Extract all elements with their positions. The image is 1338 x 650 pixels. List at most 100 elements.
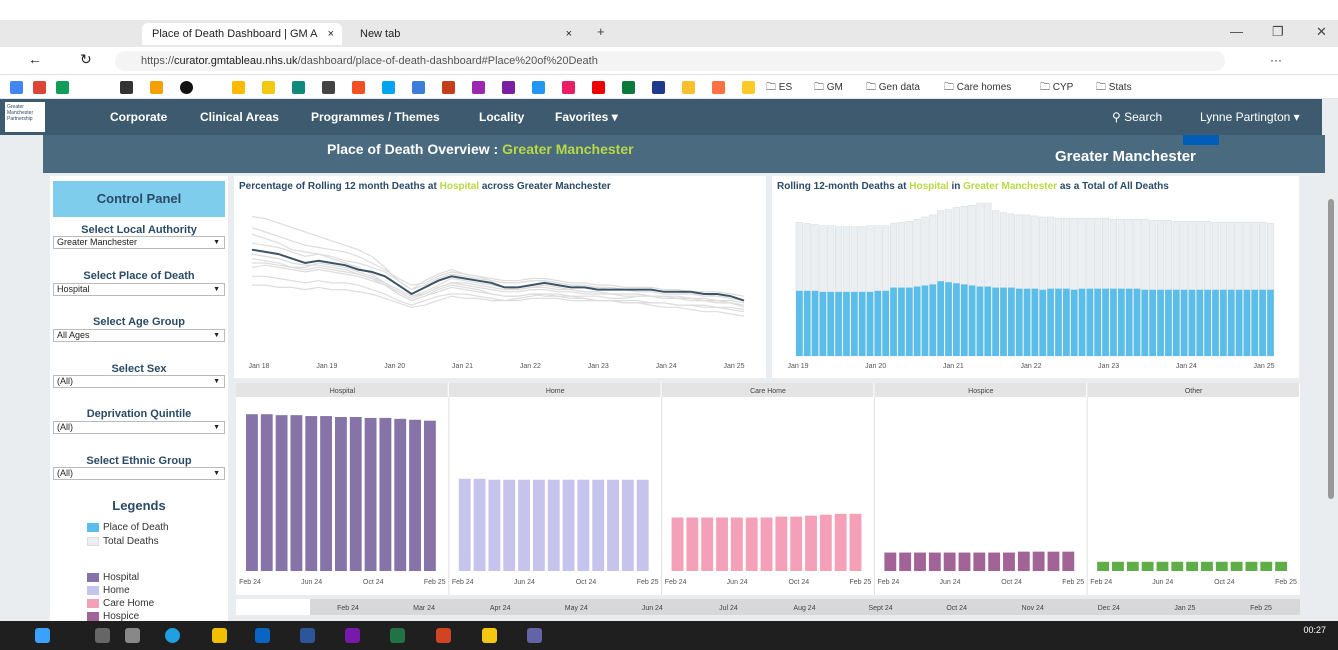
ethnic-group-select[interactable]: (All) ▼ [53, 467, 225, 480]
bookmark-icon[interactable] [472, 81, 485, 94]
close-window-icon[interactable]: ✕ [1316, 24, 1327, 40]
minimize-icon[interactable]: — [1230, 24, 1243, 39]
bookmark-folder-care-homes[interactable]: 🗀 Care homes [944, 80, 1011, 97]
bookmark-icon[interactable] [150, 81, 163, 94]
bookmark-icon[interactable] [742, 81, 755, 94]
bookmark-icon[interactable] [442, 81, 455, 94]
file-explorer-icon[interactable] [212, 628, 227, 643]
restore-icon[interactable]: ❐ [1272, 24, 1284, 40]
sex-select[interactable]: (All) ▼ [53, 375, 225, 388]
legend-label: Hospital [103, 572, 140, 583]
bookmark-icon[interactable] [120, 81, 133, 94]
search-button[interactable]: ⚲ Search [1112, 110, 1162, 124]
close-tab-icon[interactable]: × [328, 23, 334, 45]
facet-bar [592, 479, 605, 571]
title-area: Greater Manchester [502, 141, 634, 157]
word-icon[interactable] [300, 628, 315, 643]
new-tab-button[interactable]: + [597, 24, 605, 39]
edge-icon[interactable] [165, 628, 180, 643]
bookmark-icon[interactable] [292, 81, 305, 94]
tab-new-tab[interactable]: New tab × [350, 23, 580, 45]
nav-corporate[interactable]: Corporate [110, 110, 167, 124]
place-of-death-bar [1243, 289, 1251, 356]
search-icon[interactable] [95, 628, 110, 643]
legend-label: Care Home [103, 598, 155, 609]
local-authority-select[interactable]: Greater Manchester ▼ [53, 236, 225, 249]
deprivation-select[interactable]: (All) ▼ [53, 421, 225, 434]
close-tab-icon[interactable]: × [566, 23, 572, 45]
place-of-death-bar [1204, 289, 1212, 356]
search-label: Search [1124, 110, 1163, 124]
facet-bar [1097, 561, 1110, 571]
place-of-death-bar [1102, 288, 1109, 356]
excel-icon[interactable] [390, 628, 405, 643]
bookmark-folder-gm[interactable]: 🗀 GM [814, 80, 843, 97]
nav-clinical-areas[interactable]: Clinical Areas [200, 110, 279, 124]
bookmark-icon[interactable] [33, 81, 46, 94]
facet-bar [349, 416, 362, 571]
bookmark-icon[interactable] [322, 81, 335, 94]
x-tick-label: Feb 25 [1275, 579, 1297, 586]
bookmark-icon[interactable] [502, 81, 515, 94]
facet-bar [1017, 551, 1030, 571]
place-of-death-select[interactable]: Hospital ▼ [53, 283, 225, 296]
x-tick-label: Jan 24 [1176, 363, 1197, 370]
bookmark-icon[interactable] [232, 81, 245, 94]
bookmark-icon[interactable] [652, 81, 665, 94]
nav-favorites[interactable]: Favorites ▾ [555, 110, 618, 124]
x-tick-label: Feb 24 [1090, 579, 1112, 586]
bookmark-folder-cyp[interactable]: 🗀 CYP [1040, 80, 1073, 97]
gm-partnership-logo[interactable]: Greater Manchester Partnership [5, 102, 45, 132]
place-of-death-bar [1157, 289, 1164, 356]
x-tick-label: Feb 25 [637, 579, 659, 586]
bookmark-icon[interactable] [412, 81, 425, 94]
top-nav: Greater Manchester Partnership Corporate… [0, 99, 1322, 135]
facet-bar [562, 479, 575, 571]
bookmark-icon[interactable] [562, 81, 575, 94]
bookmark-folder-gen-data[interactable]: 🗀 Gen data [866, 80, 920, 97]
bookmark-icon[interactable] [622, 81, 635, 94]
place-of-death-bar [882, 290, 890, 356]
bookmark-folder-es[interactable]: 🗀 ES [766, 80, 792, 97]
stacked-bar-panel: Rolling 12-month Deaths at Hospital in G… [772, 176, 1299, 378]
vertical-scrollbar[interactable] [1328, 199, 1334, 499]
facet-bar [671, 517, 684, 571]
facet-title: Hospice [968, 388, 993, 395]
task-view-icon[interactable] [125, 628, 140, 643]
facet-bar [423, 420, 436, 571]
chevron-down-icon: ▼ [213, 332, 220, 339]
reload-icon[interactable]: ↻ [80, 51, 92, 68]
url-field[interactable]: https://curator.gmtableau.nhs.uk/dashboa… [115, 51, 1225, 71]
user-menu[interactable]: Lynne Partington ▾ [1200, 110, 1300, 124]
bookmark-icon[interactable] [56, 81, 69, 94]
bookmark-icon[interactable] [532, 81, 545, 94]
bookmark-icon[interactable] [352, 81, 365, 94]
onenote-icon[interactable] [345, 628, 360, 643]
bookmark-icon[interactable] [180, 81, 193, 94]
windows-start-icon[interactable] [35, 628, 50, 643]
facet-bar [458, 478, 471, 571]
x-tick-label: Jan 18 [248, 363, 269, 370]
powerbi-icon[interactable] [482, 628, 497, 643]
nav-locality[interactable]: Locality [479, 110, 524, 124]
facet-bar [790, 516, 803, 571]
powerpoint-icon[interactable] [436, 628, 451, 643]
place-of-death-bar [1094, 288, 1102, 356]
outlook-icon[interactable] [255, 628, 270, 643]
bookmark-icon[interactable] [382, 81, 395, 94]
bookmark-icon[interactable] [682, 81, 695, 94]
age-group-select[interactable]: All Ages ▼ [53, 329, 225, 342]
place-of-death-bar [819, 291, 827, 356]
tab-place-of-death[interactable]: Place of Death Dashboard | GM A × [142, 23, 342, 45]
bookmark-icon[interactable] [592, 81, 605, 94]
bookmark-icon[interactable] [262, 81, 275, 94]
more-menu-icon[interactable]: ··· [1270, 53, 1282, 67]
bookmark-folder-stats[interactable]: 🗀 Stats [1096, 80, 1132, 97]
month-label: Dec 24 [1098, 605, 1120, 612]
bookmark-icon[interactable] [712, 81, 725, 94]
teams-icon[interactable] [527, 628, 542, 643]
bookmark-icon[interactable] [10, 81, 23, 94]
back-icon[interactable]: ← [28, 51, 42, 67]
facet-bar [621, 479, 634, 571]
nav-programmes-themes[interactable]: Programmes / Themes [311, 110, 440, 124]
